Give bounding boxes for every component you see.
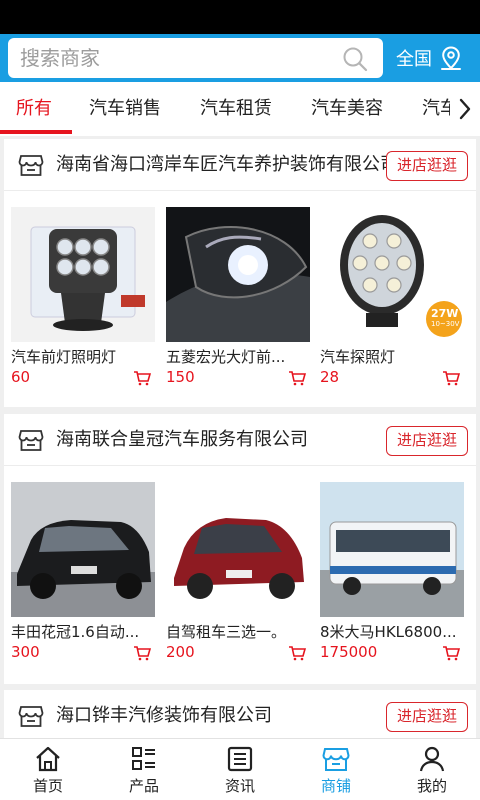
cart-icon[interactable]: [442, 370, 460, 386]
user-icon: [419, 746, 445, 772]
region-label: 全国: [396, 49, 432, 70]
shop-icon: [18, 430, 44, 451]
store-name[interactable]: 海南省海口湾岸车匠汽车养护装饰有限公司: [56, 153, 386, 177]
product-title: 五菱宏光大灯前...: [166, 348, 286, 366]
store-header: 海口铧丰汽修装饰有限公司 进店逛逛: [4, 690, 476, 742]
store-name[interactable]: 海口铧丰汽修装饰有限公司: [56, 704, 386, 728]
cart-icon[interactable]: [133, 370, 151, 386]
search-icon[interactable]: [341, 45, 369, 73]
product-card[interactable]: 自驾租车三选一。 200: [166, 482, 310, 661]
product-image[interactable]: [166, 482, 310, 617]
product-card[interactable]: 汽车前灯照明灯 60: [11, 207, 155, 386]
voltage-badge: 10~30V: [431, 320, 460, 328]
tab-car-beauty[interactable]: 汽车美容: [311, 82, 383, 136]
product-list: 汽车前灯照明灯 60 五菱宏光大灯前... 150 27W 10~30V 汽车探…: [4, 199, 476, 386]
product-title: 汽车探照灯: [320, 348, 396, 366]
location-pin-icon: [441, 46, 461, 70]
product-title: 汽车前灯照明灯: [11, 348, 117, 366]
news-icon: [227, 746, 253, 772]
store-name[interactable]: 海南联合皇冠汽车服务有限公司: [56, 428, 386, 452]
search-box[interactable]: [8, 38, 383, 78]
product-card[interactable]: 五菱宏光大灯前... 150: [166, 207, 310, 386]
cart-icon[interactable]: [288, 370, 306, 386]
product-title: 丰田花冠1.6自动...: [11, 623, 140, 641]
product-card[interactable]: 27W 10~30V 汽车探照灯 28: [320, 207, 464, 386]
cart-icon[interactable]: [133, 645, 151, 661]
nav-products[interactable]: 产品: [96, 739, 192, 800]
product-list: 丰田花冠1.6自动... 300 自驾租车三选一。 200 8米大马HKL680…: [4, 474, 476, 661]
nav-home[interactable]: 首页: [0, 739, 96, 800]
tab-car-sales[interactable]: 汽车销售: [89, 82, 161, 136]
nav-shops[interactable]: 商铺: [288, 739, 384, 800]
product-title: 8米大马HKL6800...: [320, 623, 457, 641]
shop-icon: [18, 706, 44, 727]
nav-news-label: 资讯: [224, 777, 255, 795]
product-image[interactable]: [11, 482, 155, 617]
product-title: 自驾租车三选一。: [166, 623, 287, 641]
enter-store-button[interactable]: 进店逛逛: [386, 702, 468, 732]
store-card: 海南联合皇冠汽车服务有限公司 进店逛逛 丰田花冠1.6自动... 300 自驾租…: [4, 414, 476, 684]
store-card: 海南省海口湾岸车匠汽车养护装饰有限公司 进店逛逛 汽车前灯照明灯 60 五菱宏光…: [4, 139, 476, 407]
product-image[interactable]: [320, 482, 464, 617]
nav-mine[interactable]: 我的: [384, 739, 480, 800]
product-card[interactable]: 8米大马HKL6800... 175000: [320, 482, 464, 661]
product-image[interactable]: [11, 207, 155, 342]
search-input[interactable]: [20, 44, 340, 72]
enter-store-button[interactable]: 进店逛逛: [386, 151, 468, 181]
product-image[interactable]: 27W 10~30V: [320, 207, 464, 342]
chevron-right-icon: [459, 98, 471, 120]
wattage-badge: 27W: [431, 307, 459, 320]
region-selector[interactable]: 全国: [396, 34, 464, 82]
active-tab-indicator: [0, 130, 72, 134]
store-header: 海南联合皇冠汽车服务有限公司 进店逛逛: [4, 414, 476, 466]
enter-store-button[interactable]: 进店逛逛: [386, 426, 468, 456]
nav-shops-label: 商铺: [320, 777, 351, 795]
nav-mine-label: 我的: [416, 777, 447, 795]
nav-home-label: 首页: [32, 777, 63, 795]
top-bar: 全国: [0, 34, 480, 82]
tab-all[interactable]: 所有: [16, 82, 52, 136]
shop-icon: [18, 155, 44, 176]
tabs-next-button[interactable]: [450, 82, 480, 136]
tab-car-rental[interactable]: 汽车租赁: [200, 82, 272, 136]
list-icon: [132, 747, 155, 770]
cart-icon[interactable]: [288, 645, 306, 661]
store-card: 海口铧丰汽修装饰有限公司 进店逛逛: [4, 690, 476, 740]
bottom-nav: 首页 产品 资讯 商铺 我的: [0, 738, 480, 800]
product-card[interactable]: 丰田花冠1.6自动... 300: [11, 482, 155, 661]
nav-products-label: 产品: [128, 777, 159, 795]
cart-icon[interactable]: [442, 645, 460, 661]
shop-icon: [322, 748, 350, 771]
product-image[interactable]: [166, 207, 310, 342]
status-bar: [0, 0, 480, 34]
home-icon: [36, 746, 60, 772]
store-header: 海南省海口湾岸车匠汽车养护装饰有限公司 进店逛逛: [4, 139, 476, 191]
nav-news[interactable]: 资讯: [192, 739, 288, 800]
category-tabs: 所有 汽车销售 汽车租赁 汽车美容 汽车: [0, 82, 480, 136]
